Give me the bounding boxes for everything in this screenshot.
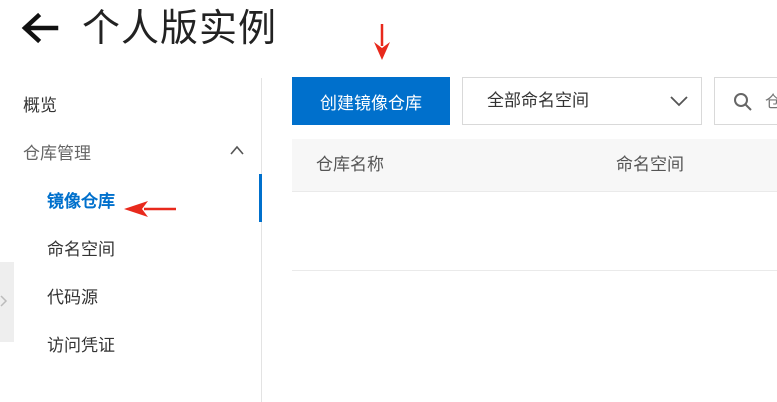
arrow-left-icon[interactable] [20, 12, 60, 44]
column-header-repo-name: 仓库名称 [316, 155, 384, 175]
sidebar-item-access-credentials[interactable]: 访问凭证 [47, 334, 115, 358]
table-header: 仓库名称 命名空间 [292, 139, 777, 192]
sidebar-item-overview[interactable]: 概览 [23, 94, 57, 118]
sidebar-item-image-repos[interactable]: 镜像仓库 [47, 190, 115, 214]
page-header: 个人版实例 [20, 0, 277, 56]
search-box[interactable] [714, 77, 777, 125]
sidebar-divider [261, 78, 262, 402]
table-body-empty [292, 192, 777, 271]
chevron-down-icon [670, 96, 688, 107]
search-input[interactable] [765, 88, 777, 114]
search-icon [734, 93, 752, 111]
create-image-repo-button[interactable]: 创建镜像仓库 [292, 77, 450, 125]
column-header-namespace: 命名空间 [616, 155, 684, 175]
chevron-up-icon[interactable] [229, 144, 245, 156]
page-title: 个人版实例 [82, 6, 278, 50]
namespace-select-value: 全部命名空间 [487, 91, 589, 111]
sidebar-item-namespaces[interactable]: 命名空间 [47, 238, 115, 262]
sidebar-item-code-source[interactable]: 代码源 [47, 286, 98, 310]
namespace-select[interactable]: 全部命名空间 [462, 77, 702, 125]
annotation-arrow-down-icon [374, 24, 390, 60]
active-indicator [259, 174, 262, 222]
sidebar-group-repo-management[interactable]: 仓库管理 [23, 142, 91, 166]
annotation-arrow-left-icon [124, 201, 176, 217]
chevron-right-icon[interactable] [0, 294, 8, 308]
